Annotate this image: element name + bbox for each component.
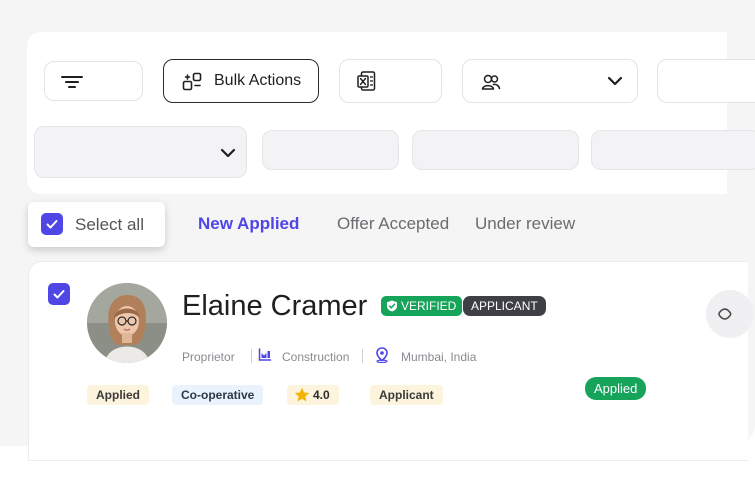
industry-text: Construction [282, 350, 350, 364]
verified-badge: VERIFIED [381, 296, 463, 316]
location-pin-icon [376, 347, 388, 363]
bulk-actions-label: Bulk Actions [214, 72, 302, 89]
tab-new-applied[interactable]: New Applied [198, 214, 299, 234]
filter-button[interactable] [44, 61, 143, 101]
filter-field-3[interactable] [591, 130, 755, 170]
tab-offer-accepted[interactable]: Offer Accepted [337, 214, 449, 234]
chevron-down-icon [607, 76, 623, 86]
check-icon [46, 220, 58, 229]
rating-value: 4.0 [313, 388, 330, 402]
tab-under-review[interactable]: Under review [475, 214, 575, 234]
excel-icon [357, 71, 376, 91]
select-all-checkbox[interactable] [41, 213, 63, 235]
export-excel-button[interactable] [339, 59, 442, 103]
eye-icon [718, 308, 732, 320]
candidate-checkbox[interactable] [48, 283, 70, 305]
users-icon [481, 74, 501, 90]
check-icon [53, 290, 65, 299]
avatar [87, 283, 167, 363]
bulk-actions-icon [182, 72, 202, 91]
role-badge: APPLICANT [463, 296, 546, 316]
meta-divider [251, 349, 252, 363]
industry-icon [258, 348, 272, 361]
verified-shield-icon [387, 300, 397, 312]
filter-field-1[interactable] [262, 130, 399, 170]
occupation-text: Proprietor [182, 350, 235, 364]
select-all-control[interactable]: Select all [28, 202, 165, 247]
filter-field-2[interactable] [412, 130, 579, 170]
tag-applicant: Applicant [370, 385, 443, 405]
tag-co-operative: Co-operative [172, 385, 264, 405]
bulk-actions-button[interactable]: Bulk Actions [163, 59, 319, 103]
filter-icon [61, 76, 83, 88]
candidate-name[interactable]: Elaine Cramer [182, 290, 367, 323]
team-select-dropdown[interactable] [462, 59, 638, 103]
view-profile-button[interactable] [706, 290, 754, 338]
star-icon [294, 387, 310, 402]
meta-divider [362, 349, 363, 363]
status-badge: Applied [585, 377, 647, 400]
tag-applied: Applied [87, 385, 149, 405]
chevron-down-icon [220, 148, 236, 158]
verified-label: VERIFIED [401, 299, 457, 313]
rating-tag: 4.0 [287, 385, 339, 405]
filter-select-dropdown[interactable] [34, 126, 247, 178]
location-text: Mumbai, India [401, 350, 477, 364]
toolbar-extra-field[interactable] [657, 59, 755, 103]
select-all-label: Select all [75, 215, 144, 234]
